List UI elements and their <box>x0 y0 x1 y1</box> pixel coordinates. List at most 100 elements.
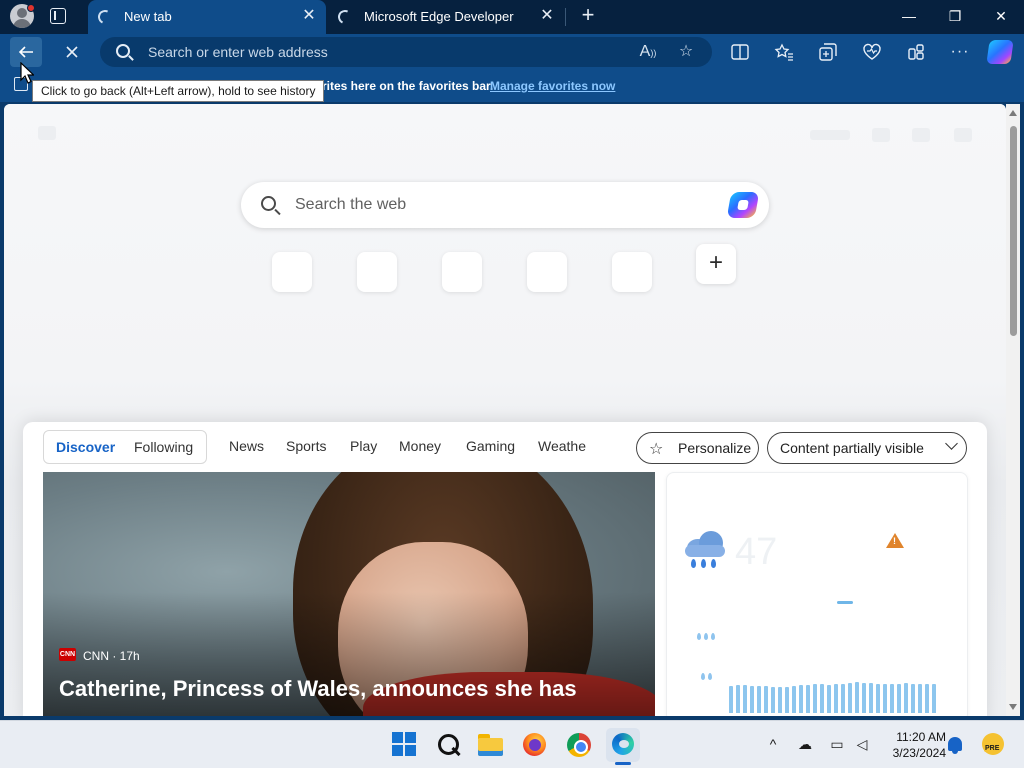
split-screen-button[interactable] <box>724 37 756 67</box>
quick-link-tile[interactable] <box>612 252 652 292</box>
web-search-box[interactable] <box>241 182 769 228</box>
apps-launcher-icon[interactable] <box>38 126 56 140</box>
stop-loading-icon <box>66 46 78 58</box>
light-rain-icon <box>701 673 723 683</box>
minimize-button[interactable]: — <box>886 0 932 32</box>
precipitation-bar <box>729 686 733 713</box>
search-icon[interactable] <box>433 729 465 761</box>
favorites-button[interactable] <box>768 37 800 67</box>
precipitation-bar <box>764 686 768 713</box>
web-search-input[interactable] <box>295 182 715 228</box>
address-input[interactable] <box>148 37 628 67</box>
tab-actions-icon[interactable] <box>50 8 66 24</box>
rewards-icon[interactable] <box>872 128 890 142</box>
favorites-icon <box>774 43 793 61</box>
new-tab-button[interactable]: + <box>576 4 600 28</box>
notifications-icon[interactable] <box>912 128 930 142</box>
page-settings-icon[interactable] <box>954 128 972 142</box>
tab-new-tab[interactable]: New tab ✕ <box>88 0 326 34</box>
precipitation-bar <box>785 687 789 713</box>
network-icon[interactable]: ▭ <box>828 735 846 753</box>
collections-button[interactable] <box>812 37 844 67</box>
following-toggle[interactable]: Following <box>134 439 193 455</box>
scroll-down-arrow-icon[interactable] <box>1009 704 1017 710</box>
feed-tab-money[interactable]: Money <box>399 438 441 454</box>
hero-news-card[interactable]: CNN CNN · 17h Catherine, Princess of Wal… <box>43 472 655 716</box>
scrollbar-thumb[interactable] <box>1010 126 1017 336</box>
clock-date[interactable]: 3/23/2024 <box>880 746 946 760</box>
favorites-bar-message: rites here on the favorites bar. <box>322 79 494 93</box>
precipitation-bar <box>778 687 782 713</box>
clock-time[interactable]: 11:20 AM <box>880 730 946 744</box>
precipitation-bar <box>925 684 929 713</box>
news-headline[interactable]: Catherine, Princess of Wales, announces … <box>59 676 577 702</box>
quick-link-tile[interactable] <box>527 252 567 292</box>
address-bar[interactable]: A)) ☆ <box>100 37 712 67</box>
new-tab-page: + Discover Following News Sports Play Mo… <box>4 104 1006 716</box>
feed-toggle: Discover Following <box>43 430 207 464</box>
tab-close-icon[interactable]: ✕ <box>538 7 556 25</box>
manage-favorites-link[interactable]: Manage favorites now <box>490 79 615 93</box>
taskbar: ^ ☁ ▭ ◁ 11:20 AM 3/23/2024 PRE <box>0 720 1024 768</box>
copilot-icon[interactable] <box>726 192 760 218</box>
precipitation-bar <box>932 684 936 713</box>
mouse-cursor-icon <box>20 62 34 84</box>
weather-mini-widget[interactable] <box>810 130 850 140</box>
browser-toolbar: A)) ☆ ··· <box>0 34 1024 70</box>
add-site-button[interactable]: + <box>696 244 736 284</box>
scroll-up-arrow-icon[interactable] <box>1009 110 1017 116</box>
cnn-logo-icon: CNN <box>59 648 76 661</box>
onedrive-offline-icon[interactable]: ☁ <box>796 735 814 753</box>
close-window-button[interactable]: ✕ <box>978 0 1024 32</box>
precipitation-bar <box>841 684 845 713</box>
page-scrollbar[interactable] <box>1006 104 1020 716</box>
feed-tab-play[interactable]: Play <box>350 438 377 454</box>
favorite-star-icon[interactable]: ☆ <box>676 42 696 62</box>
start-icon[interactable] <box>389 729 421 761</box>
search-icon <box>116 44 130 58</box>
news-source: CNN · 17h <box>83 649 140 663</box>
extensions-button[interactable] <box>900 37 932 67</box>
precipitation-bar <box>918 684 922 713</box>
copilot-icon[interactable] <box>986 40 1014 64</box>
precipitation-bar <box>876 684 880 713</box>
browser-essentials-button[interactable] <box>856 37 888 67</box>
tab-title: Microsoft Edge Developer <box>364 9 514 24</box>
tab-title: New tab <box>124 9 172 24</box>
weather-card[interactable]: 47 <box>666 472 968 716</box>
restore-button[interactable]: ❐ <box>932 0 978 32</box>
precipitation-bar <box>736 685 740 713</box>
tab-separator <box>565 8 566 26</box>
split-screen-icon <box>731 44 749 60</box>
discover-toggle[interactable]: Discover <box>56 439 115 455</box>
weather-alert-icon[interactable] <box>886 533 904 548</box>
tab-edge-developer[interactable]: Microsoft Edge Developer ✕ <box>328 0 564 34</box>
tab-close-icon[interactable]: ✕ <box>300 7 318 25</box>
feed-tab-weather[interactable]: Weathe <box>538 438 586 454</box>
quick-link-tile[interactable] <box>357 252 397 292</box>
show-hidden-icons-chevron-icon[interactable]: ^ <box>764 735 782 753</box>
more-menu-icon[interactable]: ··· <box>944 37 976 67</box>
read-aloud-icon[interactable]: A)) <box>638 42 658 62</box>
volume-muted-icon[interactable]: ◁ <box>853 735 871 753</box>
file-explorer-icon[interactable] <box>475 729 507 761</box>
firefox-icon[interactable] <box>519 729 551 761</box>
precipitation-bar <box>743 685 747 713</box>
precipitation-bar <box>862 683 866 713</box>
chrome-icon[interactable] <box>563 729 595 761</box>
notification-bell-icon[interactable] <box>948 737 962 754</box>
search-icon <box>261 196 276 211</box>
quick-link-tile[interactable] <box>272 252 312 292</box>
preview-badge-text: PRE <box>984 745 1001 752</box>
precipitation-bar <box>771 687 775 713</box>
quick-link-tile[interactable] <box>442 252 482 292</box>
stop-loading-button[interactable] <box>56 37 88 67</box>
edge-icon[interactable] <box>606 728 640 762</box>
content-visibility-dropdown[interactable]: Content partially visible <box>767 432 967 464</box>
preview-build-badge-icon[interactable]: PRE <box>982 733 1004 755</box>
personalize-button[interactable]: ☆ Personalize <box>636 432 759 464</box>
feed-tab-gaming[interactable]: Gaming <box>466 438 515 454</box>
weather-tab-indicator <box>837 601 853 604</box>
feed-tab-sports[interactable]: Sports <box>286 438 326 454</box>
feed-tab-news[interactable]: News <box>229 438 264 454</box>
